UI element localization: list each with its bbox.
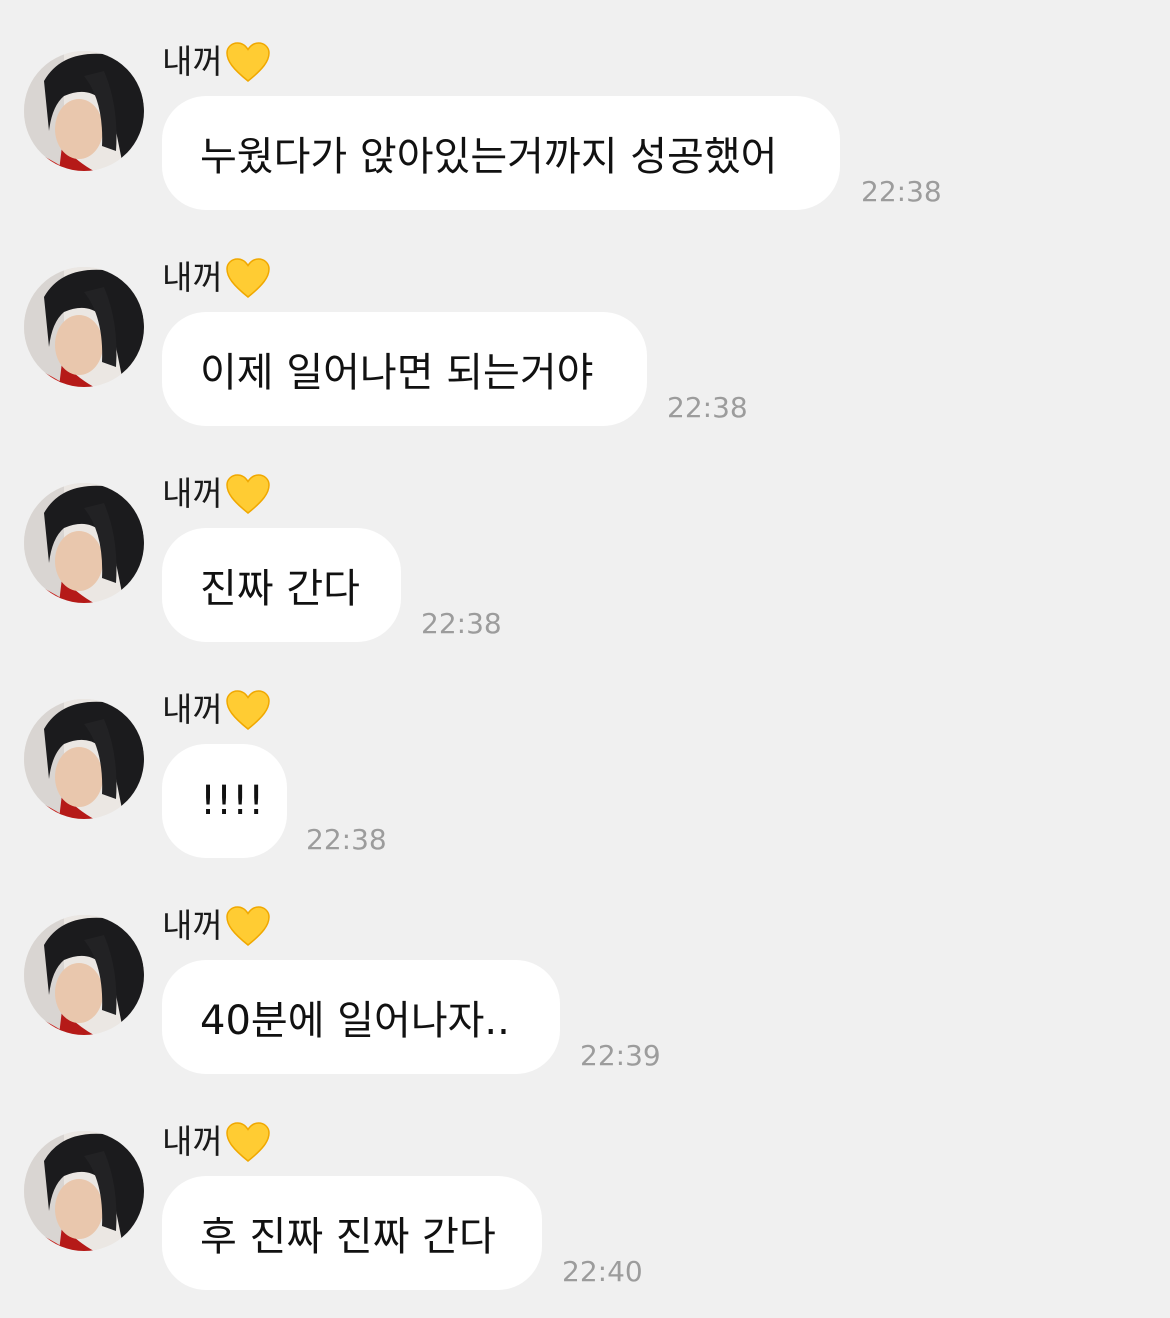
message-row: 내꺼 누웠다가 앉아있는거까지 성공했어 22:38 [0, 0, 1170, 216]
yellow-heart-icon [225, 905, 271, 947]
message-bubble[interactable]: 40분에 일어나자.. [162, 960, 560, 1074]
avatar[interactable] [24, 1131, 144, 1251]
sender-name: 내꺼 [162, 690, 223, 729]
message-timestamp: 22:38 [861, 175, 942, 208]
message-timestamp: 22:38 [306, 823, 387, 856]
message-timestamp: 22:38 [421, 607, 502, 640]
yellow-heart-icon [225, 41, 271, 83]
message-text: 이제 일어나면 되는거야 [200, 350, 594, 396]
avatar[interactable] [24, 267, 144, 387]
message-row: 내꺼 이제 일어나면 되는거야 22:38 [0, 216, 1170, 432]
sender-name: 내꺼 [162, 258, 223, 297]
message-text: 누웠다가 앉아있는거까지 성공했어 [200, 134, 778, 180]
message-row: 내꺼 !!!! 22:38 [0, 648, 1170, 864]
message-text: 40분에 일어나자.. [200, 998, 510, 1044]
sender-label: 내꺼 [162, 472, 271, 516]
message-bubble[interactable]: 후 진짜 진짜 간다 [162, 1176, 542, 1290]
sender-label: 내꺼 [162, 40, 271, 84]
avatar[interactable] [24, 915, 144, 1035]
yellow-heart-icon [225, 1121, 271, 1163]
avatar[interactable] [24, 699, 144, 819]
avatar[interactable] [24, 51, 144, 171]
message-text: !!!! [200, 778, 265, 824]
sender-label: 내꺼 [162, 256, 271, 300]
yellow-heart-icon [225, 257, 271, 299]
sender-label: 내꺼 [162, 904, 271, 948]
message-row: 내꺼 후 진짜 진짜 간다 22:40 [0, 1080, 1170, 1296]
yellow-heart-icon [225, 689, 271, 731]
avatar[interactable] [24, 483, 144, 603]
message-text: 진짜 간다 [200, 566, 360, 612]
message-timestamp: 22:40 [562, 1255, 643, 1288]
sender-name: 내꺼 [162, 474, 223, 513]
message-row: 내꺼 40분에 일어나자.. 22:39 [0, 864, 1170, 1080]
sender-label: 내꺼 [162, 1120, 271, 1164]
message-timestamp: 22:38 [667, 391, 748, 424]
message-bubble[interactable]: !!!! [162, 744, 287, 858]
sender-name: 내꺼 [162, 906, 223, 945]
sender-label: 내꺼 [162, 688, 271, 732]
message-row: 내꺼 진짜 간다 22:38 [0, 432, 1170, 648]
message-bubble[interactable]: 이제 일어나면 되는거야 [162, 312, 647, 426]
message-bubble[interactable]: 누웠다가 앉아있는거까지 성공했어 [162, 96, 840, 210]
message-bubble[interactable]: 진짜 간다 [162, 528, 401, 642]
yellow-heart-icon [225, 473, 271, 515]
message-text: 후 진짜 진짜 간다 [200, 1214, 496, 1260]
sender-name: 내꺼 [162, 1122, 223, 1161]
sender-name: 내꺼 [162, 42, 223, 81]
message-timestamp: 22:39 [580, 1039, 661, 1072]
chat-area: 내꺼 누웠다가 앉아있는거까지 성공했어 22:38 내꺼 이제 일어나면 되는… [0, 0, 1170, 1318]
